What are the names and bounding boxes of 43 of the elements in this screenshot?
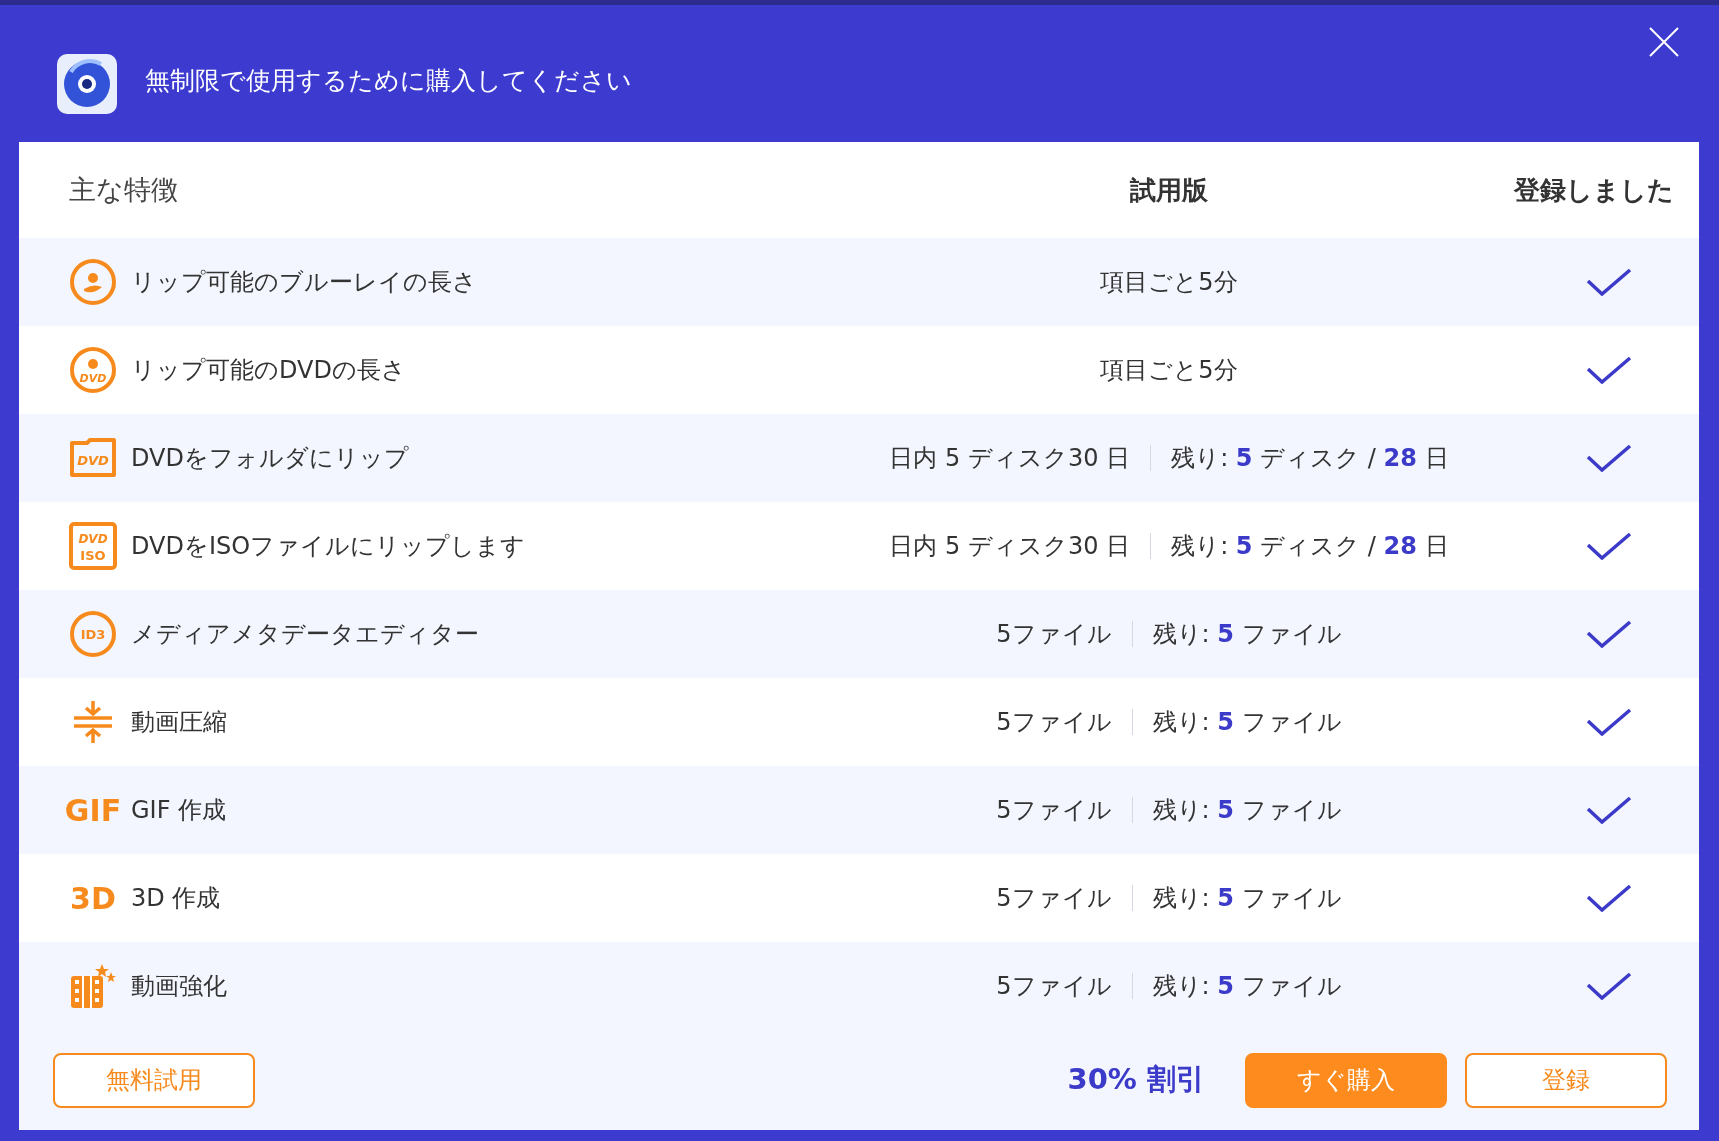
column-header: 主な特徴 (69, 173, 178, 207)
text-logo-icon: 3D (70, 880, 116, 916)
dvd-folder-icon: DVD (69, 438, 117, 478)
column-header: 登録しました (1514, 173, 1674, 207)
trial-limit: 日内 5 ディスク30 日 (889, 531, 1131, 562)
feature-name: リップ可能のブルーレイの長さ (131, 267, 477, 298)
buy-now-button[interactable]: すぐ購入 (1245, 1052, 1447, 1108)
dvd-iso-icon: DVD ISO (69, 522, 117, 570)
trial-limit: 5ファイル (996, 883, 1112, 914)
trial-limit: 項目ごと5分 (1100, 355, 1238, 386)
feature-name: GIF 作成 (131, 795, 227, 826)
feature-name: 動画強化 (131, 971, 227, 1002)
feature-name: メディアメタデータエディター (131, 619, 479, 650)
remaining-count: 残り: 5 ファイル (1152, 883, 1342, 914)
remaining-count: 残り: 5 ディスク / 28 日 (1171, 531, 1449, 562)
feature-name: 3D 作成 (131, 883, 221, 914)
dvd-disc-icon: DVD (69, 346, 117, 394)
close-icon[interactable] (1649, 27, 1679, 57)
feature-name: DVDをフォルダにリップ (131, 443, 409, 474)
trial-limit: 5ファイル (996, 619, 1112, 650)
free-trial-button[interactable]: 無料試用 (53, 1052, 255, 1108)
remaining-count: 残り: 5 ファイル (1152, 619, 1342, 650)
compress-arrows-icon (71, 700, 115, 744)
discount-label: 30% 割引 (1067, 1061, 1205, 1098)
app-logo-icon (57, 53, 117, 114)
register-button[interactable]: 登録 (1465, 1052, 1667, 1108)
window-title: 無制限で使用するために購入してください (145, 65, 632, 97)
remaining-count: 残り: 5 ファイル (1152, 795, 1342, 826)
feature-name: DVDをISOファイルにリップします (131, 531, 526, 562)
feature-name: リップ可能のDVDの長さ (131, 355, 406, 386)
column-header: 試用版 (1130, 173, 1208, 207)
text-logo-icon: GIF (64, 792, 122, 828)
remaining-count: 残り: 5 ファイル (1152, 971, 1342, 1002)
id3-tag-icon: ID3 (69, 610, 117, 658)
feature-name: 動画圧縮 (131, 707, 227, 738)
remaining-count: 残り: 5 ディスク / 28 日 (1171, 443, 1449, 474)
trial-limit: 項目ごと5分 (1100, 267, 1238, 298)
trial-limit: 日内 5 ディスク30 日 (889, 443, 1131, 474)
remaining-count: 残り: 5 ファイル (1152, 707, 1342, 738)
trial-limit: 5ファイル (996, 795, 1112, 826)
trial-limit: 5ファイル (996, 971, 1112, 1002)
film-stars-icon (69, 962, 117, 1010)
trial-limit: 5ファイル (996, 707, 1112, 738)
